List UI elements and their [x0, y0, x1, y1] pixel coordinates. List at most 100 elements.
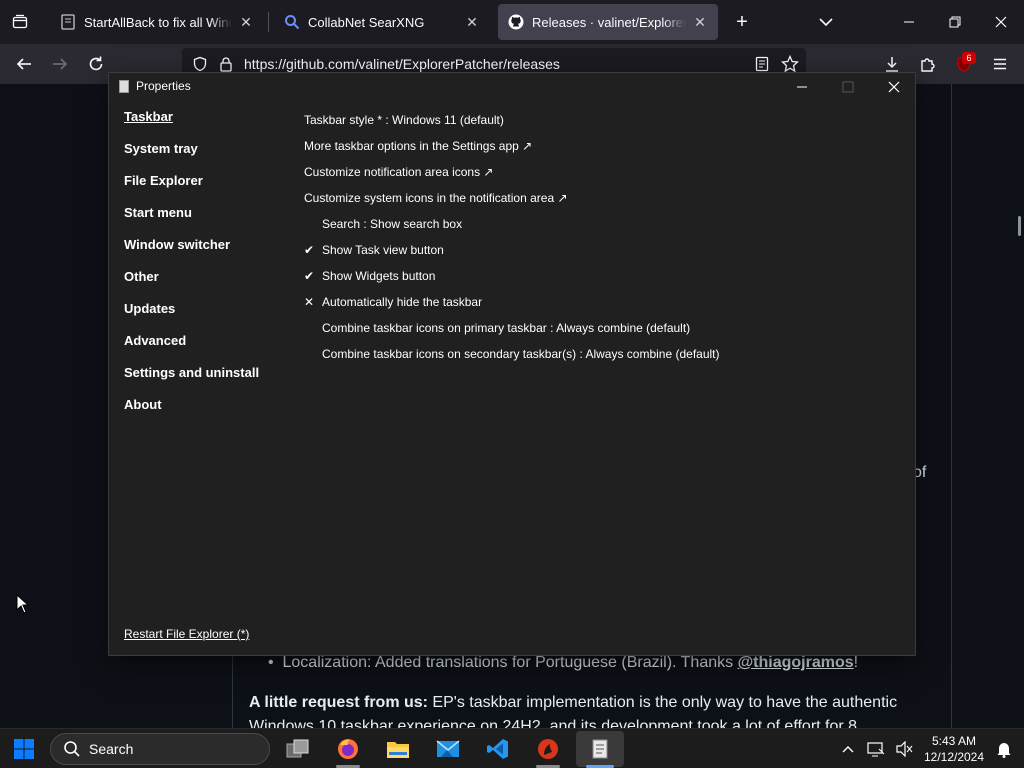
close-tab-icon[interactable]: ✕ [692, 14, 708, 31]
reader-view-icon[interactable] [752, 54, 772, 74]
nav-updates[interactable]: Updates [124, 301, 259, 333]
props-close-button[interactable] [871, 73, 917, 101]
nav-taskbar[interactable]: Taskbar [124, 109, 259, 141]
nav-file-explorer[interactable]: File Explorer [124, 173, 259, 205]
nav-start-menu[interactable]: Start menu [124, 205, 259, 237]
option-label: Automatically hide the taskbar [322, 295, 483, 309]
page-scrollbar-thumb[interactable] [1018, 216, 1021, 236]
show-hidden-icons-button[interactable] [838, 739, 858, 759]
option-widgets[interactable]: ✔ Show Widgets button [304, 263, 720, 289]
nav-advanced[interactable]: Advanced [124, 333, 259, 365]
shield-icon[interactable] [190, 54, 210, 74]
taskbar-clock[interactable]: 5:43 AM 12/12/2024 [916, 733, 992, 765]
tab-startallback[interactable]: StartAllBack to fix all Windows 11 ✕ [50, 4, 264, 40]
url-text[interactable]: https://github.com/valinet/ExplorerPatch… [244, 56, 560, 72]
back-button[interactable] [10, 50, 38, 78]
request-bold: A little request from us: [249, 694, 428, 711]
tab-title: Releases · valinet/ExplorerPatcher [532, 14, 686, 30]
option-notification-icons-link[interactable]: Customize notification area icons ↗ [304, 159, 720, 185]
arrow-left-icon [16, 58, 31, 70]
document-icon [60, 14, 76, 30]
mail-icon [436, 740, 460, 757]
extension-badge: 6 [962, 52, 976, 64]
folder-icon [387, 742, 409, 758]
close-window-button[interactable] [978, 0, 1024, 44]
checkmark-icon: ✔ [304, 243, 315, 257]
minimize-button[interactable] [886, 0, 932, 44]
option-label: Customize system icons in the notificati… [304, 191, 568, 205]
restart-explorer-link[interactable]: Restart File Explorer (*) [124, 627, 249, 641]
download-icon [886, 57, 898, 72]
option-autohide[interactable]: ✕ Automatically hide the taskbar [304, 289, 720, 315]
network-monitor-icon [867, 742, 885, 757]
start-button[interactable] [4, 733, 44, 765]
firefox-view-icon [12, 14, 28, 29]
option-label: Show Widgets button [322, 269, 436, 283]
option-system-icons-link[interactable]: Customize system icons in the notificati… [304, 185, 720, 211]
bullet-end: ! [853, 654, 859, 671]
nav-other[interactable]: Other [124, 269, 259, 301]
chevron-down-icon [819, 18, 833, 27]
option-label: Search : Show search box [322, 217, 463, 231]
bell-icon [997, 743, 1011, 758]
windows-taskbar: Search 5:43 AM 12/12/2024 [0, 728, 1024, 768]
close-tab-icon[interactable]: ✕ [464, 14, 480, 31]
close-tab-icon[interactable]: ✕ [238, 14, 254, 31]
extensions-button[interactable] [914, 50, 942, 78]
properties-taskbar-button[interactable] [576, 731, 624, 767]
vscode-taskbar-button[interactable] [478, 733, 518, 765]
tab-searxng[interactable]: CollabNet SearXNG ✕ [274, 4, 490, 40]
network-tray-button[interactable] [866, 739, 886, 759]
window-title-text: Properties [136, 79, 191, 93]
firefox-taskbar-button[interactable] [328, 733, 368, 765]
reload-icon [89, 56, 103, 71]
minimize-icon [904, 21, 914, 23]
option-combine-secondary[interactable]: Combine taskbar icons on secondary taskb… [304, 341, 720, 367]
task-view-button[interactable] [278, 733, 318, 765]
nav-system-tray[interactable]: System tray [124, 141, 259, 173]
volume-tray-button[interactable] [894, 739, 914, 759]
taskbar-search-box[interactable]: Search [50, 733, 270, 765]
file-explorer-taskbar-button[interactable] [378, 733, 418, 765]
option-search[interactable]: Search : Show search box [304, 211, 720, 237]
bullet-dot: • [268, 654, 283, 671]
nav-settings-and-uninstall[interactable]: Settings and uninstall [124, 365, 259, 397]
mouse-cursor-icon [16, 594, 30, 614]
vscode-icon [487, 739, 508, 759]
tab-releases[interactable]: Releases · valinet/ExplorerPatcher ✕ [498, 4, 718, 40]
nav-about[interactable]: About [124, 397, 259, 429]
new-tab-button[interactable]: + [728, 8, 756, 36]
option-combine-primary[interactable]: Combine taskbar icons on primary taskbar… [304, 315, 720, 341]
cross-icon: ✕ [304, 295, 315, 309]
clock-date: 12/12/2024 [923, 750, 985, 764]
forward-button[interactable] [46, 50, 74, 78]
list-all-tabs-button[interactable] [814, 10, 838, 39]
option-label: Combine taskbar icons on primary taskbar… [322, 321, 691, 335]
mail-taskbar-button[interactable] [428, 733, 468, 765]
bullet-text: Localization: Added translations for Por… [282, 654, 738, 671]
red-app-taskbar-button[interactable] [528, 733, 568, 765]
clock-time: 5:43 AM [931, 734, 977, 748]
option-task-view[interactable]: ✔ Show Task view button [304, 237, 720, 263]
browser-tab-strip: StartAllBack to fix all Windows 11 ✕ Col… [0, 0, 1024, 44]
restore-button[interactable] [932, 0, 978, 44]
lock-icon[interactable] [216, 54, 236, 74]
arrow-right-icon [53, 58, 68, 70]
option-label: Customize notification area icons ↗ [304, 165, 494, 179]
notifications-button[interactable] [994, 739, 1014, 759]
hamburger-menu-icon [994, 58, 1006, 70]
search-label: Search [89, 741, 134, 757]
nav-window-switcher[interactable]: Window switcher [124, 237, 259, 269]
properties-window: Properties Taskbar System tray File Expl… [108, 72, 916, 656]
bookmark-star-icon[interactable] [780, 54, 800, 74]
firefox-view-button[interactable] [0, 0, 40, 44]
red-app-icon [538, 739, 558, 759]
menu-button[interactable] [986, 50, 1014, 78]
option-taskbar-style[interactable]: Taskbar style * : Windows 11 (default) [304, 107, 720, 133]
props-minimize-button[interactable] [779, 73, 825, 101]
speaker-muted-icon [896, 741, 913, 757]
reload-button[interactable] [82, 50, 110, 78]
contributor-link[interactable]: @thiagojramos [738, 654, 854, 671]
tab-separator [268, 12, 269, 32]
option-settings-app-link[interactable]: More taskbar options in the Settings app… [304, 133, 720, 159]
